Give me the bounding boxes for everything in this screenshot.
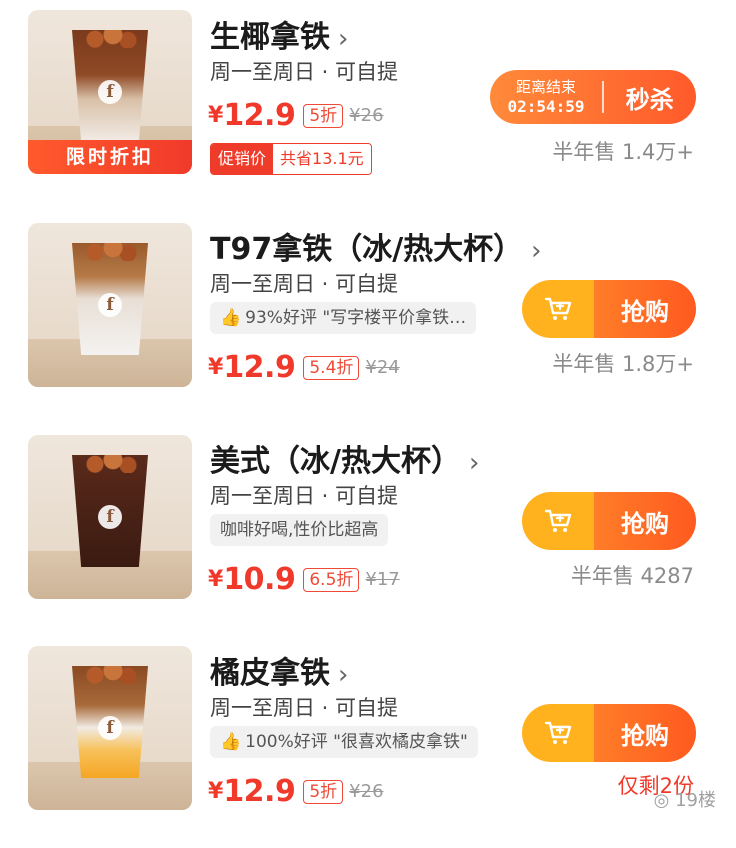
currency-symbol: ¥ bbox=[208, 567, 224, 592]
chevron-right-icon: › bbox=[468, 448, 480, 478]
currency-symbol: ¥ bbox=[208, 103, 224, 128]
product-card[interactable]: f T97拿铁（冰/热大杯） › 周一至周日 · 可自提 👍 93%好评 "写字楼平… bbox=[0, 212, 736, 424]
cart-plus-icon bbox=[522, 492, 594, 550]
flash-sale-label: 秒杀 bbox=[625, 85, 674, 114]
countdown: 距离结束 02:54:59 bbox=[490, 77, 602, 117]
current-price: 12.9 bbox=[223, 350, 296, 385]
current-price: 10.9 bbox=[223, 562, 296, 597]
buy-label: 抢购 bbox=[594, 704, 696, 762]
discount-badge: 5折 bbox=[303, 103, 344, 128]
product-image[interactable]: f bbox=[28, 646, 192, 810]
promo-label: 促销价 bbox=[211, 144, 274, 174]
current-price: 12.9 bbox=[223, 774, 296, 809]
countdown-label: 距离结束 bbox=[515, 78, 576, 96]
availability-text: 周一至周日 · 可自提 bbox=[210, 272, 399, 296]
flash-sale-button[interactable]: 距离结束 02:54:59 秒杀 bbox=[490, 70, 696, 124]
current-price: 12.9 bbox=[223, 98, 296, 133]
availability-text: 周一至周日 · 可自提 bbox=[210, 484, 399, 508]
watermark: ◎ 19楼 bbox=[653, 790, 716, 811]
discount-badge: 5折 bbox=[303, 779, 344, 804]
availability-text: 周一至周日 · 可自提 bbox=[210, 60, 399, 84]
original-price: ¥26 bbox=[349, 105, 384, 126]
chevron-right-icon: › bbox=[338, 660, 349, 690]
currency-symbol: ¥ bbox=[208, 779, 224, 804]
buy-button[interactable]: 抢购 bbox=[522, 492, 696, 550]
sales-count: 半年售 1.8万+ bbox=[552, 352, 694, 376]
availability-text: 周一至周日 · 可自提 bbox=[210, 696, 399, 720]
promo-tag: 促销价 共省13.1元 bbox=[210, 143, 372, 175]
discount-badge: 6.5折 bbox=[303, 567, 360, 592]
sales-count: 半年售 4287 bbox=[570, 564, 694, 588]
original-price: ¥24 bbox=[365, 357, 400, 378]
product-card[interactable]: f 限时折扣 生椰拿铁 › 周一至周日 · 可自提 ¥ 12.9 5折 ¥26 促… bbox=[0, 0, 736, 212]
review-snippet[interactable]: 咖啡好喝,性价比超高 bbox=[210, 514, 389, 546]
price-row: ¥ 12.9 5折 ¥26 bbox=[208, 98, 384, 133]
buy-label: 抢购 bbox=[594, 280, 696, 338]
discount-badge: 5.4折 bbox=[303, 355, 360, 380]
product-title[interactable]: 生椰拿铁 › bbox=[210, 12, 348, 56]
original-price: ¥17 bbox=[365, 569, 400, 590]
coffee-cup-icon: f bbox=[72, 243, 148, 355]
product-title[interactable]: 橘皮拿铁 › bbox=[210, 648, 348, 692]
product-card[interactable]: f 美式（冰/热大杯） › 周一至周日 · 可自提 咖啡好喝,性价比超高 ¥ 10… bbox=[0, 424, 736, 636]
chevron-right-icon: › bbox=[338, 24, 349, 54]
buy-label: 抢购 bbox=[594, 492, 696, 550]
review-snippet[interactable]: 👍 93%好评 "写字楼平价拿铁… bbox=[210, 302, 477, 334]
price-row: ¥ 10.9 6.5折 ¥17 bbox=[208, 562, 400, 597]
cart-plus-icon bbox=[522, 280, 594, 338]
buy-button[interactable]: 抢购 bbox=[522, 280, 696, 338]
price-row: ¥ 12.9 5折 ¥26 bbox=[208, 774, 384, 809]
limited-discount-ribbon: 限时折扣 bbox=[28, 140, 192, 174]
wechat-icon: ◎ bbox=[653, 790, 670, 811]
coffee-cup-icon: f bbox=[72, 455, 148, 567]
product-image[interactable]: f bbox=[28, 223, 192, 387]
thumbs-up-icon: 👍 bbox=[220, 732, 242, 752]
original-price: ¥26 bbox=[349, 781, 384, 802]
product-title[interactable]: T97拿铁（冰/热大杯） › bbox=[210, 224, 542, 268]
coffee-cup-icon: f bbox=[72, 666, 148, 778]
coffee-cup-icon: f bbox=[72, 30, 148, 142]
chevron-right-icon: › bbox=[531, 236, 542, 266]
review-snippet[interactable]: 👍 100%好评 "很喜欢橘皮拿铁" bbox=[210, 726, 478, 758]
buy-button[interactable]: 抢购 bbox=[522, 704, 696, 762]
product-title[interactable]: 美式（冰/热大杯） › bbox=[210, 436, 479, 480]
cart-plus-icon bbox=[522, 704, 594, 762]
sales-count: 半年售 1.4万+ bbox=[552, 140, 694, 164]
currency-symbol: ¥ bbox=[208, 355, 224, 380]
thumbs-up-icon: 👍 bbox=[220, 308, 242, 328]
countdown-time: 02:54:59 bbox=[507, 97, 585, 116]
product-image[interactable]: f bbox=[28, 435, 192, 599]
product-card[interactable]: f 橘皮拿铁 › 周一至周日 · 可自提 👍 100%好评 "很喜欢橘皮拿铁" ¥ … bbox=[0, 636, 736, 848]
price-row: ¥ 12.9 5.4折 ¥24 bbox=[208, 350, 400, 385]
promo-saving: 共省13.1元 bbox=[273, 144, 371, 174]
